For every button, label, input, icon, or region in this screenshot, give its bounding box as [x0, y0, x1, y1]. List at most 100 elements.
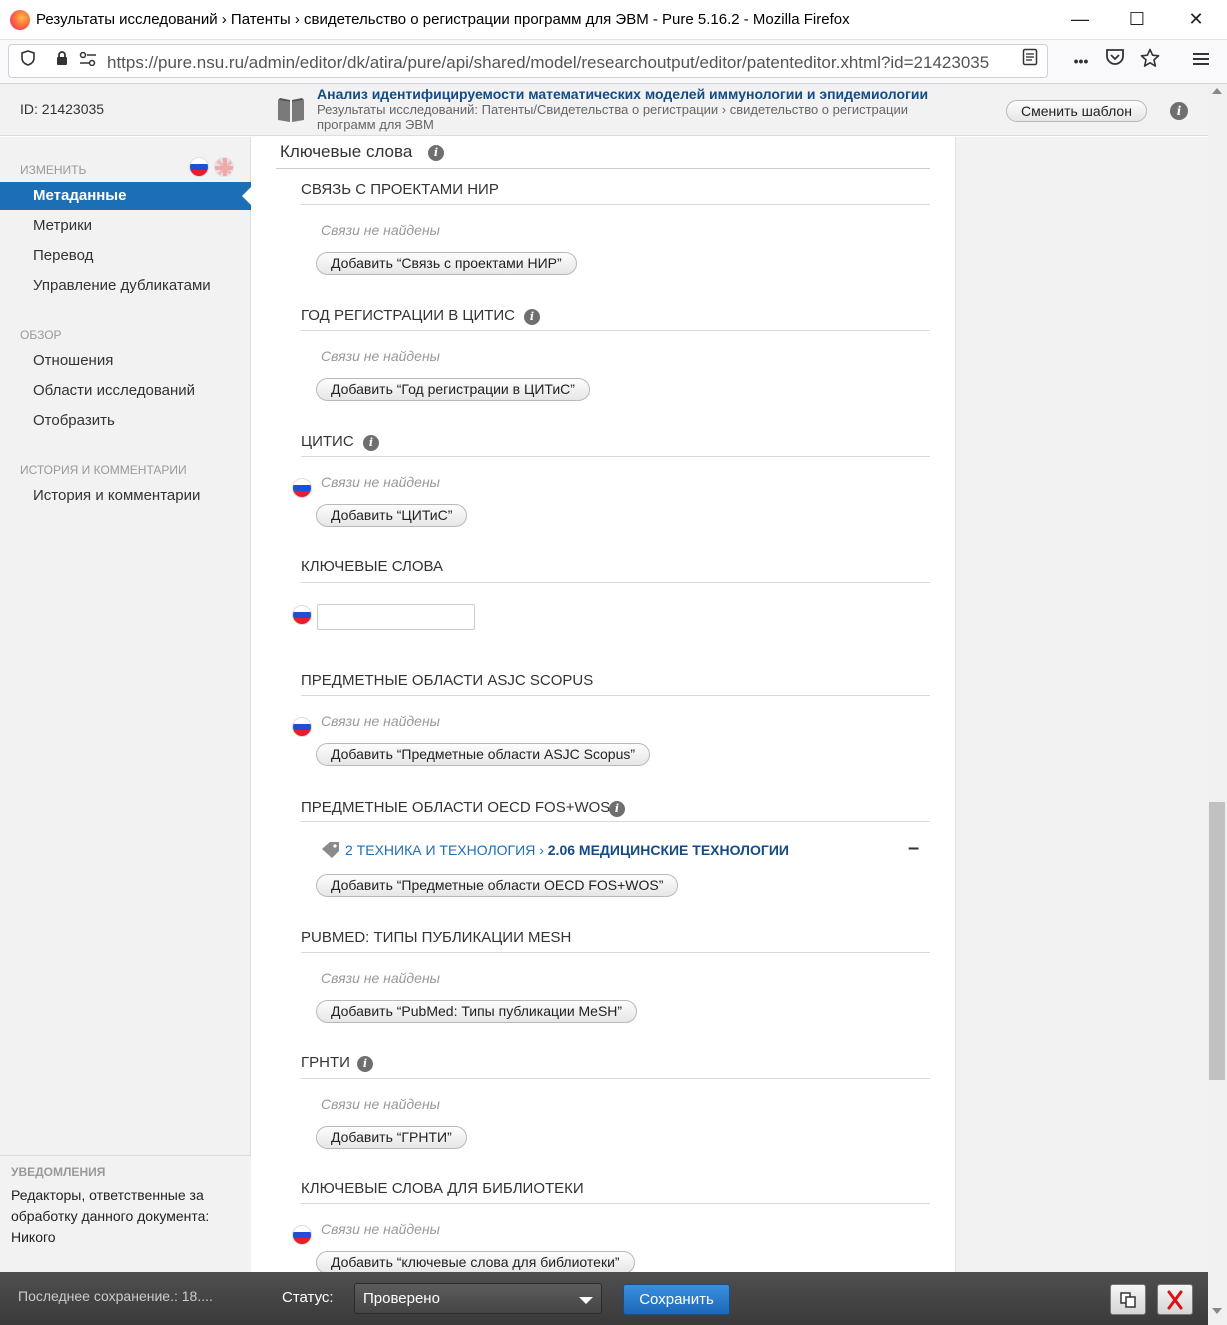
sidebar-item-duplicates[interactable]: Управление дубликатами	[0, 272, 251, 300]
close-window-button[interactable]: ✕	[1184, 8, 1208, 30]
editor-header: ID: 21423035 Анализ идентифицируемости м…	[0, 84, 1208, 136]
heading-divider	[276, 168, 930, 169]
section-divider	[301, 695, 930, 696]
section-divider	[301, 330, 930, 331]
book-icon	[276, 94, 306, 124]
lock-icon[interactable]	[49, 48, 75, 74]
window-title: Результаты исследований › Патенты › свид…	[36, 11, 850, 28]
tag-icon	[321, 841, 341, 864]
record-id: ID: 21423035	[20, 101, 105, 117]
oecd-classification[interactable]: 2 ТЕХНИКА И ТЕХНОЛОГИЯ › 2.06 МЕДИЦИНСКИ…	[345, 842, 789, 858]
cancel-button[interactable]	[1157, 1284, 1193, 1315]
sidebar-heading-edit: Изменить	[20, 163, 87, 177]
status-label: Статус:	[282, 1289, 334, 1306]
close-x-icon	[1167, 1290, 1183, 1310]
empty-message: Связи не найдены	[321, 222, 440, 238]
sidebar-item-metadata[interactable]: Метаданные	[0, 182, 252, 210]
page-actions-menu[interactable]: •••	[1066, 48, 1096, 74]
notifications-panel: Уведомления Редакторы, ответственные за …	[0, 1155, 251, 1272]
russian-flag-icon	[292, 605, 312, 625]
add-grnti-button[interactable]: Добавить “ГРНТИ”	[316, 1126, 467, 1149]
russian-flag-icon	[292, 478, 312, 498]
record-title[interactable]: Анализ идентифицируемости математических…	[317, 86, 957, 102]
url-text[interactable]: https://pure.nsu.ru/admin/editor/dk/atir…	[107, 53, 1012, 73]
section-title-library-keywords: Ключевые слова для библиотеки	[301, 1180, 584, 1197]
section-title-citis-year: Год регистрации в ЦИТИС	[301, 307, 516, 324]
russian-flag-icon[interactable]	[189, 157, 209, 177]
section-divider	[301, 582, 930, 583]
section-divider	[301, 1078, 930, 1079]
empty-message: Связи не найдены	[321, 348, 440, 364]
remove-classification-button[interactable]: –	[908, 837, 919, 860]
grnti-info-icon[interactable]: i	[357, 1056, 373, 1072]
section-divider	[301, 456, 930, 457]
sidebar-item-translation[interactable]: Перевод	[0, 242, 251, 270]
copy-button[interactable]	[1110, 1284, 1146, 1315]
section-title-pubmed: PubMed: Типы публикации MeSH	[301, 929, 572, 946]
permissions-icon[interactable]	[75, 48, 101, 74]
minimize-button[interactable]: —	[1068, 8, 1092, 30]
oecd-child[interactable]: 2.06 МЕДИЦИНСКИЕ ТЕХНОЛОГИИ	[548, 842, 789, 858]
bottom-status-bar: Последнее сохранение.: 18.... Статус: Пр…	[0, 1272, 1208, 1325]
empty-message: Связи не найдены	[321, 474, 440, 490]
section-title-keywords: Ключевые слова	[301, 558, 444, 575]
sidebar-item-display[interactable]: Отобразить	[0, 407, 251, 435]
citis-info-icon[interactable]: i	[363, 435, 379, 451]
add-citis-year-button[interactable]: Добавить “Год регистрации в ЦИТиС”	[316, 378, 590, 401]
firefox-icon	[10, 10, 30, 30]
sidebar-item-metrics[interactable]: Метрики	[0, 212, 251, 240]
oecd-parent[interactable]: 2 ТЕХНИКА И ТЕХНОЛОГИЯ	[345, 842, 535, 858]
status-select[interactable]: Проверено	[354, 1283, 602, 1314]
sidebar-item-research-areas[interactable]: Области исследований	[0, 377, 251, 405]
dropdown-arrow-icon	[579, 1297, 593, 1304]
keywords-info-icon[interactable]: i	[428, 145, 444, 161]
uk-flag-icon[interactable]	[214, 157, 234, 177]
hamburger-menu-icon[interactable]	[1188, 48, 1214, 74]
section-title-oecd: Предметные области OECD FOS+WOS	[301, 799, 611, 816]
change-template-button[interactable]: Сменить шаблон	[1006, 100, 1147, 122]
save-button[interactable]: Сохранить	[623, 1284, 730, 1315]
sidebar: Изменить Метаданные Метрики Перевод Упра…	[0, 137, 252, 1272]
empty-message: Связи не найдены	[321, 713, 440, 729]
pocket-icon[interactable]	[1102, 48, 1128, 74]
help-info-icon[interactable]: i	[1170, 102, 1188, 120]
notifications-text: Редакторы, ответственные за обработку да…	[11, 1187, 210, 1245]
editor-panel: Ключевые слова i Связь с проектами НИР С…	[252, 137, 956, 1272]
sidebar-item-history[interactable]: История и комментарии	[0, 482, 251, 510]
browser-toolbar: https://pure.nsu.ru/admin/editor/dk/atir…	[0, 40, 1227, 84]
add-library-keywords-button[interactable]: Добавить “ключевые слова для библиотеки”	[316, 1251, 635, 1272]
section-divider	[301, 952, 930, 953]
bookmark-star-icon[interactable]	[1137, 48, 1163, 74]
sidebar-heading-overview: Обзор	[20, 328, 62, 342]
add-rnd-project-button[interactable]: Добавить “Связь с проектами НИР”	[316, 252, 577, 275]
section-divider	[301, 1203, 930, 1204]
reader-view-icon[interactable]	[1017, 48, 1043, 74]
section-title-rnd-projects: Связь с проектами НИР	[301, 181, 499, 198]
empty-message: Связи не найдены	[321, 970, 440, 986]
notifications-heading: Уведомления	[11, 1165, 106, 1179]
sidebar-item-relations[interactable]: Отношения	[0, 347, 251, 375]
record-breadcrumb: Результаты исследований: Патенты/Свидете…	[317, 102, 908, 132]
add-citis-button[interactable]: Добавить “ЦИТиС”	[316, 504, 468, 527]
section-title-citis: ЦИТИС	[301, 433, 354, 450]
citis-year-info-icon[interactable]: i	[524, 309, 540, 325]
shield-icon[interactable]	[15, 48, 41, 74]
scrollbar-thumb[interactable]	[1209, 802, 1225, 1080]
keyword-input[interactable]	[317, 604, 475, 630]
empty-message: Связи не найдены	[321, 1096, 440, 1112]
maximize-button[interactable]: ☐	[1125, 8, 1149, 30]
status-value: Проверено	[363, 1290, 440, 1307]
empty-message: Связи не найдены	[321, 1221, 440, 1237]
url-bar[interactable]: https://pure.nsu.ru/admin/editor/dk/atir…	[8, 44, 1048, 78]
scroll-up-arrow-icon[interactable]	[1212, 88, 1222, 94]
russian-flag-icon	[292, 1225, 312, 1245]
add-pubmed-button[interactable]: Добавить “PubMed: Типы публикации MeSH”	[316, 1000, 638, 1023]
oecd-info-icon[interactable]: i	[609, 801, 625, 817]
oecd-separator: ›	[539, 842, 544, 858]
scroll-down-arrow-icon[interactable]	[1212, 1308, 1222, 1314]
section-title-grnti: ГРНТИ	[301, 1054, 350, 1071]
section-divider	[301, 204, 930, 205]
add-oecd-button[interactable]: Добавить “Предметные области OECD FOS+WO…	[316, 874, 679, 897]
page-scrollbar[interactable]	[1208, 84, 1227, 1325]
add-asjc-button[interactable]: Добавить “Предметные области ASJC Scopus…	[316, 743, 651, 766]
